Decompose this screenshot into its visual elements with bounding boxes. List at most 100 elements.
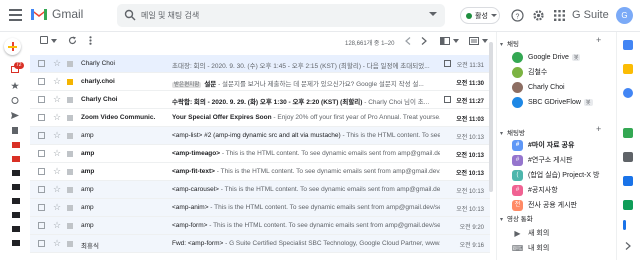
label-icon[interactable] [12,198,20,204]
select-all-checkbox[interactable] [40,36,48,44]
label-icon[interactable] [12,226,20,232]
important-marker-icon[interactable] [67,97,75,103]
row-checkbox[interactable] [38,150,45,157]
label-icon[interactable] [12,170,20,176]
important-marker-icon[interactable] [67,187,75,193]
search-input[interactable]: 메일 및 채팅 검색 [141,10,199,21]
star-icon[interactable]: ☆ [53,130,61,141]
meet-item[interactable]: ▶ 새 회의 [512,226,612,240]
row-checkbox[interactable] [38,204,45,211]
important-marker-icon[interactable] [67,205,75,211]
calendar-icon[interactable] [444,96,451,103]
search-icon[interactable] [124,9,136,21]
addon-icon[interactable] [623,200,633,210]
addon-icon[interactable] [623,176,633,186]
email-row[interactable]: ☆ Charly Choi 수락함: 회의 - 2020. 9. 29. (화) 오… [30,91,490,109]
search-options-icon[interactable] [429,12,437,16]
star-icon[interactable]: ☆ [53,148,61,159]
room-item[interactable]: # #마이 자료 공유 [512,138,612,152]
chat-item[interactable]: 김철수 [512,65,612,79]
star-icon[interactable]: ☆ [53,184,61,195]
compose-button[interactable] [4,38,21,55]
main-menu-icon[interactable] [9,9,22,21]
important-marker-icon[interactable] [67,133,75,139]
more-options-icon[interactable] [89,36,92,45]
email-row[interactable]: ☆ amp <amp-anim> - This is the HTML conten… [30,199,490,217]
room-item[interactable]: # #연구소 게시판 [512,153,612,167]
row-checkbox[interactable] [38,168,45,175]
room-item[interactable]: 전 전사 공용 게시판 [512,198,612,212]
meet-item[interactable]: ⌨ 내 회의 [512,241,612,255]
email-list-scrollbar[interactable] [488,36,494,206]
send-icon[interactable] [11,112,19,119]
important-marker-icon[interactable] [67,241,75,247]
chat-item[interactable]: SBC GDriveFlow 봇 [512,95,612,109]
star-icon[interactable]: ☆ [53,202,61,213]
email-row[interactable]: ☆ amp <amp-fit-text> - This is the HTML co… [30,163,490,181]
gear-icon[interactable] [532,9,545,22]
rooms-section-header[interactable]: 채팅방 [500,127,525,137]
search-box[interactable]: 메일 및 채팅 검색 [117,4,445,27]
star-icon[interactable]: ☆ [53,76,61,87]
draft-icon[interactable] [11,127,19,134]
status-selector[interactable]: 활성 [460,7,500,24]
label-icon[interactable] [12,142,20,148]
row-checkbox[interactable] [38,186,45,193]
room-item[interactable]: # #공지사항 [512,183,612,197]
star-icon[interactable]: ☆ [53,58,61,69]
row-checkbox[interactable] [38,222,45,229]
chevron-down-icon[interactable] [453,39,459,43]
row-checkbox[interactable] [38,60,45,67]
meet-section-header[interactable]: 영상 통화 [500,213,533,223]
start-chat-button[interactable]: + [596,35,601,45]
split-pane-icon[interactable] [440,37,450,45]
refresh-icon[interactable] [68,36,77,45]
important-marker-icon[interactable] [67,61,75,67]
chevron-down-icon[interactable] [51,39,57,43]
label-chip[interactable]: 받은편지함 [172,82,202,88]
important-marker-icon[interactable] [67,79,75,85]
important-marker-icon[interactable] [67,223,75,229]
row-checkbox[interactable] [38,240,45,247]
calendar-icon[interactable] [623,40,633,50]
calendar-icon[interactable] [444,60,451,67]
star-icon[interactable]: ☆ [53,220,61,231]
room-item[interactable]: ((합업 실습) Project-X 방 [512,168,612,182]
clock-icon[interactable] [11,97,19,104]
add-room-button[interactable]: + [596,124,601,134]
email-row[interactable]: ☆ amp <amp-timeago> - This is the HTML con… [30,145,490,163]
label-icon[interactable] [12,156,20,162]
addon-icon[interactable] [623,128,633,138]
email-row[interactable]: ☆ 최휴식 Fwd: <amp-form> - G Suite Certified … [30,235,490,253]
chat-item[interactable]: Charly Choi [512,80,612,94]
help-icon[interactable]: ? [511,9,524,22]
email-row[interactable]: ☆ charly.choi 받은편지함 설문 - 설문지를 보거나 제출하는 데 문제… [30,73,490,91]
star-icon[interactable]: ☆ [53,94,61,105]
chat-section-header[interactable]: 채팅 [500,38,519,48]
account-avatar[interactable]: G [616,7,633,24]
row-checkbox[interactable] [38,96,45,103]
addon-icon[interactable] [623,152,633,162]
star-icon[interactable] [11,82,19,89]
important-marker-icon[interactable] [67,151,75,157]
label-icon[interactable] [12,184,20,190]
scrollbar-thumb[interactable] [489,42,493,192]
email-row[interactable]: ☆ Zoom Video Communic. Your Special Offer … [30,109,490,127]
email-row[interactable]: ☆ amp <amp-form> - This is the HTML conten… [30,217,490,235]
star-icon[interactable]: ☆ [53,238,61,249]
gmail-logo[interactable]: Gmail [30,7,83,21]
addon-icon[interactable] [623,220,626,230]
tasks-icon[interactable] [623,88,633,98]
email-row[interactable]: ☆ amp <amp-list> #2 (amp-img dynamic src a… [30,127,490,145]
label-icon[interactable] [12,240,20,246]
apps-grid-icon[interactable] [553,9,566,22]
email-row[interactable]: ☆ amp <amp-carousel> - This is the HTML co… [30,181,490,199]
star-icon[interactable]: ☆ [53,112,61,123]
row-checkbox[interactable] [38,78,45,85]
email-row[interactable]: ☆ Charly Choi 초대장: 회의 - 2020. 9. 30. (수) 오… [30,55,490,73]
important-marker-icon[interactable] [67,115,75,121]
row-checkbox[interactable] [38,132,45,139]
star-icon[interactable]: ☆ [53,166,61,177]
keep-icon[interactable] [623,64,633,74]
row-checkbox[interactable] [38,114,45,121]
